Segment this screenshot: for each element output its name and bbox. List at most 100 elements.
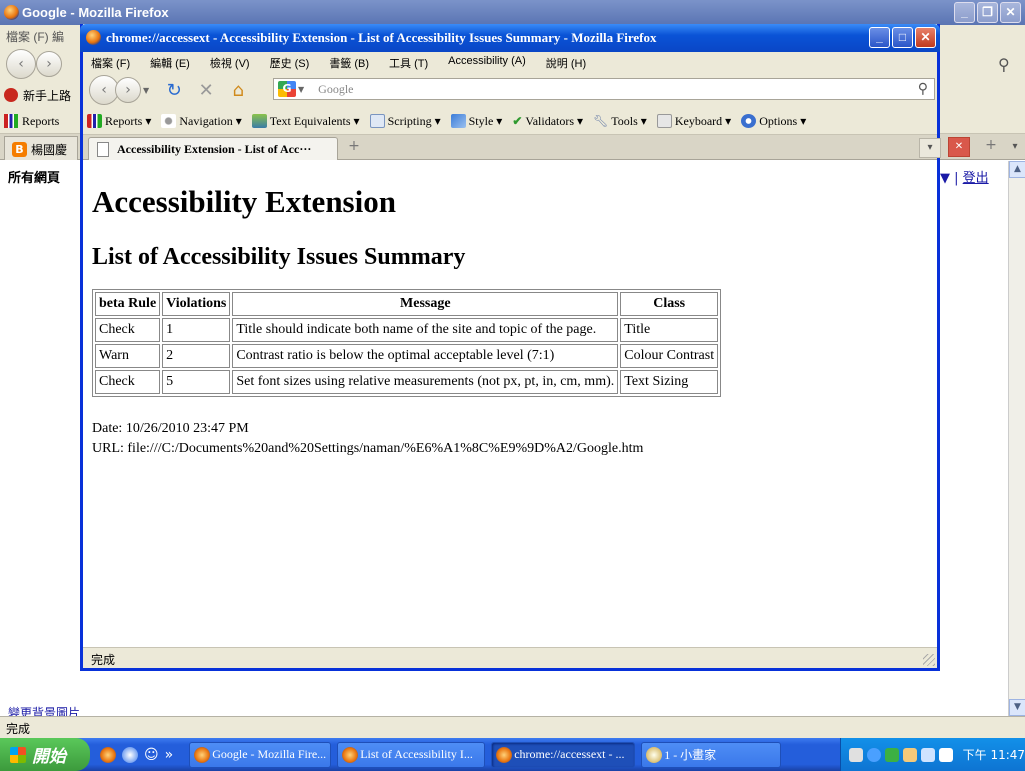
- taskbar-item-active[interactable]: chrome://accessext - ...: [491, 741, 636, 768]
- header-class: Class: [620, 292, 719, 316]
- quick-launch: ☺ »: [90, 746, 183, 763]
- ext-keyboard-label: Keyboard: [674, 113, 723, 128]
- users-icon[interactable]: ☺: [144, 747, 159, 763]
- taskbar-item[interactable]: List of Accessibility I...: [337, 741, 486, 768]
- page-content: Accessibility Extension List of Accessib…: [83, 160, 937, 647]
- bookmark-first[interactable]: 新手上路: [23, 87, 71, 104]
- forward-button[interactable]: ›: [36, 51, 62, 77]
- ext-tools[interactable]: 🔧︎ Tools ▾: [593, 114, 647, 129]
- report-meta: Date: 10/26/2010 23:47 PM URL: file:///C…: [92, 419, 928, 459]
- bg-window-titlebar: Google - Mozilla Firefox _ ❐ ✕: [0, 0, 1025, 25]
- bg-tab[interactable]: B 楊國慶: [4, 136, 78, 160]
- dropdown-arrow-icon[interactable]: ▼: [940, 171, 950, 186]
- ext-validators[interactable]: ✔ Validators ▾: [512, 114, 583, 129]
- bg-window-title: Google - Mozilla Firefox: [22, 5, 169, 20]
- network-icon[interactable]: [920, 747, 935, 762]
- reports-icon: [87, 114, 102, 128]
- reload-icon[interactable]: ↻: [161, 77, 187, 103]
- ext-reports[interactable]: Reports ▾: [87, 114, 151, 129]
- taskbar-item-label: chrome://accessext - ...: [514, 747, 625, 761]
- tab-list-button[interactable]: ▾: [919, 138, 941, 158]
- wrench-icon: 🔧︎: [593, 113, 609, 128]
- front-window: 檔案 (F) 編輯 (E) 檢視 (V) 歷史 (S) 書籤 (B) 工具 (T…: [80, 24, 941, 671]
- tab-label: Accessibility Extension - List of Acc···: [117, 142, 312, 156]
- search-bar[interactable]: G ▼ Google ⚲: [273, 78, 935, 100]
- menu-history[interactable]: 歷史 (S): [270, 55, 310, 70]
- ext-options[interactable]: Options ▾: [741, 114, 806, 129]
- signout-link[interactable]: 登出: [963, 171, 989, 186]
- scroll-down-icon[interactable]: ▼: [1009, 699, 1025, 716]
- search-input[interactable]: Google: [318, 82, 353, 97]
- close-tab-icon[interactable]: ✕: [948, 137, 970, 157]
- bg-new-tab-button[interactable]: +: [980, 137, 1002, 157]
- new-tab-button[interactable]: +: [343, 138, 365, 158]
- checkmark-icon: ✔: [512, 113, 523, 128]
- ext-style[interactable]: Style ▾: [450, 113, 502, 129]
- cell-message: Title should indicate both name of the s…: [232, 318, 619, 342]
- bg-scrollbar[interactable]: ▲ ▼: [1008, 161, 1025, 716]
- ext-keyboard[interactable]: Keyboard ▾: [656, 113, 731, 129]
- search-icon[interactable]: ⚲: [918, 81, 928, 97]
- stop-icon[interactable]: ✕: [193, 77, 219, 103]
- forward-button[interactable]: ›: [115, 77, 141, 103]
- cell-class: Title: [620, 318, 719, 342]
- search-icon[interactable]: ⚲: [998, 55, 1010, 74]
- taskbar-item[interactable]: Google - Mozilla Fire...: [189, 741, 332, 768]
- bg-reports-menu[interactable]: Reports: [22, 114, 59, 129]
- volume-icon[interactable]: [938, 747, 953, 762]
- cell-rule: Warn: [95, 344, 161, 368]
- tab-accessibility-summary[interactable]: Accessibility Extension - List of Acc···: [88, 137, 338, 161]
- reports-icon: [4, 114, 18, 128]
- bg-tab-label: 楊國慶: [31, 143, 68, 157]
- tray-arrow-icon[interactable]: [866, 747, 881, 762]
- start-button[interactable]: 開始: [0, 738, 90, 771]
- more-icon[interactable]: »: [165, 747, 174, 763]
- menu-tools[interactable]: 工具 (T): [389, 55, 428, 70]
- taskbar-item[interactable]: 1 - 小畫家: [641, 741, 782, 768]
- taskbar: 開始 ☺ » Google - Mozilla Fire... List of …: [0, 738, 1025, 771]
- ext-navigation[interactable]: Navigation ▾: [161, 114, 242, 129]
- page-subheading: List of Accessibility Issues Summary: [92, 244, 466, 270]
- ext-style-label: Style: [468, 113, 494, 128]
- firefox-icon: [86, 30, 101, 45]
- menu-bookmarks[interactable]: 書籤 (B): [329, 55, 369, 70]
- tray-app-icon[interactable]: [902, 747, 917, 762]
- cell-violations: 2: [162, 344, 231, 368]
- menu-accessibility[interactable]: Accessibility (A): [448, 55, 526, 69]
- maximize-button[interactable]: □: [892, 27, 913, 48]
- firefox-icon: [194, 746, 211, 763]
- cell-rule: Check: [95, 318, 161, 342]
- bg-menu-partial[interactable]: 檔案 (F) 編: [6, 30, 64, 44]
- menu-view[interactable]: 檢視 (V): [210, 55, 250, 70]
- minimize-button[interactable]: _: [869, 27, 890, 48]
- page-heading: Accessibility Extension: [92, 184, 396, 219]
- resize-grip-icon[interactable]: [923, 654, 935, 666]
- close-button[interactable]: ✕: [1000, 2, 1021, 23]
- ext-scripting[interactable]: Scripting ▾: [369, 114, 441, 129]
- taskbar-item-label: Google - Mozilla Fire...: [212, 747, 327, 761]
- restore-button[interactable]: ❐: [977, 2, 998, 23]
- home-icon[interactable]: ⌂: [225, 77, 251, 103]
- table-row: Warn 2 Contrast ratio is below the optim…: [95, 344, 719, 368]
- history-dropdown-icon[interactable]: ▼: [143, 86, 149, 95]
- start-label: 開始: [32, 747, 66, 766]
- bg-status-text: 完成: [6, 722, 31, 736]
- keyboard-icon[interactable]: [849, 747, 863, 762]
- google-icon[interactable]: G: [278, 81, 296, 97]
- minimize-button[interactable]: _: [954, 2, 975, 23]
- keyboard-icon: [656, 114, 672, 128]
- statusbar: 完成: [83, 647, 937, 668]
- back-button[interactable]: ‹: [6, 49, 36, 79]
- bg-tab-list-button[interactable]: ▾: [1006, 137, 1024, 157]
- ext-text-equivalents[interactable]: Text Equivalents ▾: [251, 114, 360, 129]
- navigation-toolbar: ‹ › ▼ ↻ ✕ ⌂ G ▼ Google ⚲: [83, 72, 937, 108]
- menu-help[interactable]: 說明 (H): [546, 55, 586, 70]
- menu-file[interactable]: 檔案 (F): [91, 55, 130, 70]
- messenger-icon[interactable]: [884, 747, 899, 762]
- close-button[interactable]: ✕: [915, 27, 936, 48]
- firefox-quicklaunch-icon[interactable]: [100, 746, 116, 763]
- browser-quicklaunch-icon[interactable]: [122, 746, 138, 763]
- menu-edit[interactable]: 編輯 (E): [150, 55, 190, 70]
- search-engine-dropdown-icon[interactable]: ▼: [298, 85, 304, 94]
- scroll-up-icon[interactable]: ▲: [1009, 161, 1025, 178]
